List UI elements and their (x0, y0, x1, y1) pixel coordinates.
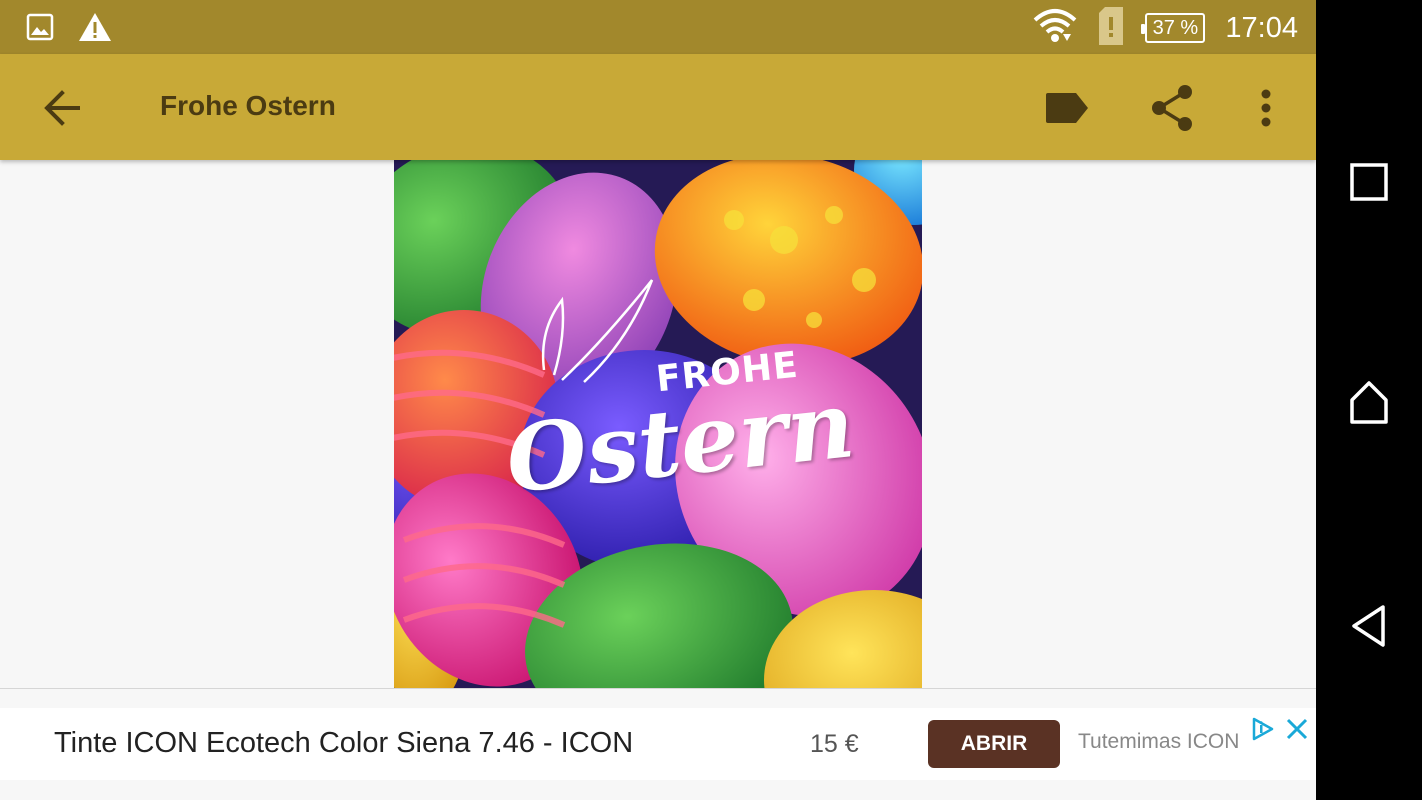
close-icon[interactable] (1284, 716, 1310, 742)
share-icon[interactable] (1149, 84, 1197, 132)
ad-advertiser: Tutemimas ICON (1078, 730, 1240, 753)
more-vert-icon[interactable] (1242, 84, 1290, 132)
status-right-icons: 37 % 17:04 (1033, 7, 1298, 49)
page-title: Frohe Ostern (160, 90, 336, 121)
recents-icon[interactable] (1349, 160, 1389, 204)
ad-open-button[interactable]: ABRIR (928, 720, 1060, 768)
status-bar: 37 % 17:04 (0, 0, 1316, 54)
back-arrow-icon[interactable] (38, 84, 86, 132)
battery-indicator: 37 % (1141, 13, 1206, 43)
label-icon[interactable] (1043, 84, 1091, 132)
image-notification-icon (26, 13, 54, 45)
warning-icon (78, 12, 112, 46)
home-icon[interactable] (1349, 380, 1389, 424)
ad-choices-icon[interactable] (1250, 716, 1276, 742)
ad-banner[interactable]: Tinte ICON Ecotech Color Siena 7.46 - IC… (0, 708, 1316, 780)
easter-greeting-image[interactable]: FROHE Ostern (394, 160, 922, 688)
app-screen: 37 % 17:04 Frohe Ostern FROHE Ostern Tin… (0, 0, 1316, 800)
system-nav-bar (1316, 0, 1422, 800)
clock: 17:04 (1225, 11, 1298, 44)
ad-title[interactable]: Tinte ICON Ecotech Color Siena 7.46 - IC… (54, 727, 633, 760)
app-toolbar: Frohe Ostern (0, 54, 1316, 160)
status-left-icons (26, 12, 112, 46)
ad-price: 15 € (810, 730, 859, 758)
wifi-icon (1033, 8, 1077, 48)
sim-alert-icon (1097, 7, 1125, 49)
battery-level: 37 % (1152, 16, 1199, 39)
back-icon[interactable] (1349, 604, 1389, 648)
ad-divider (0, 688, 1316, 689)
